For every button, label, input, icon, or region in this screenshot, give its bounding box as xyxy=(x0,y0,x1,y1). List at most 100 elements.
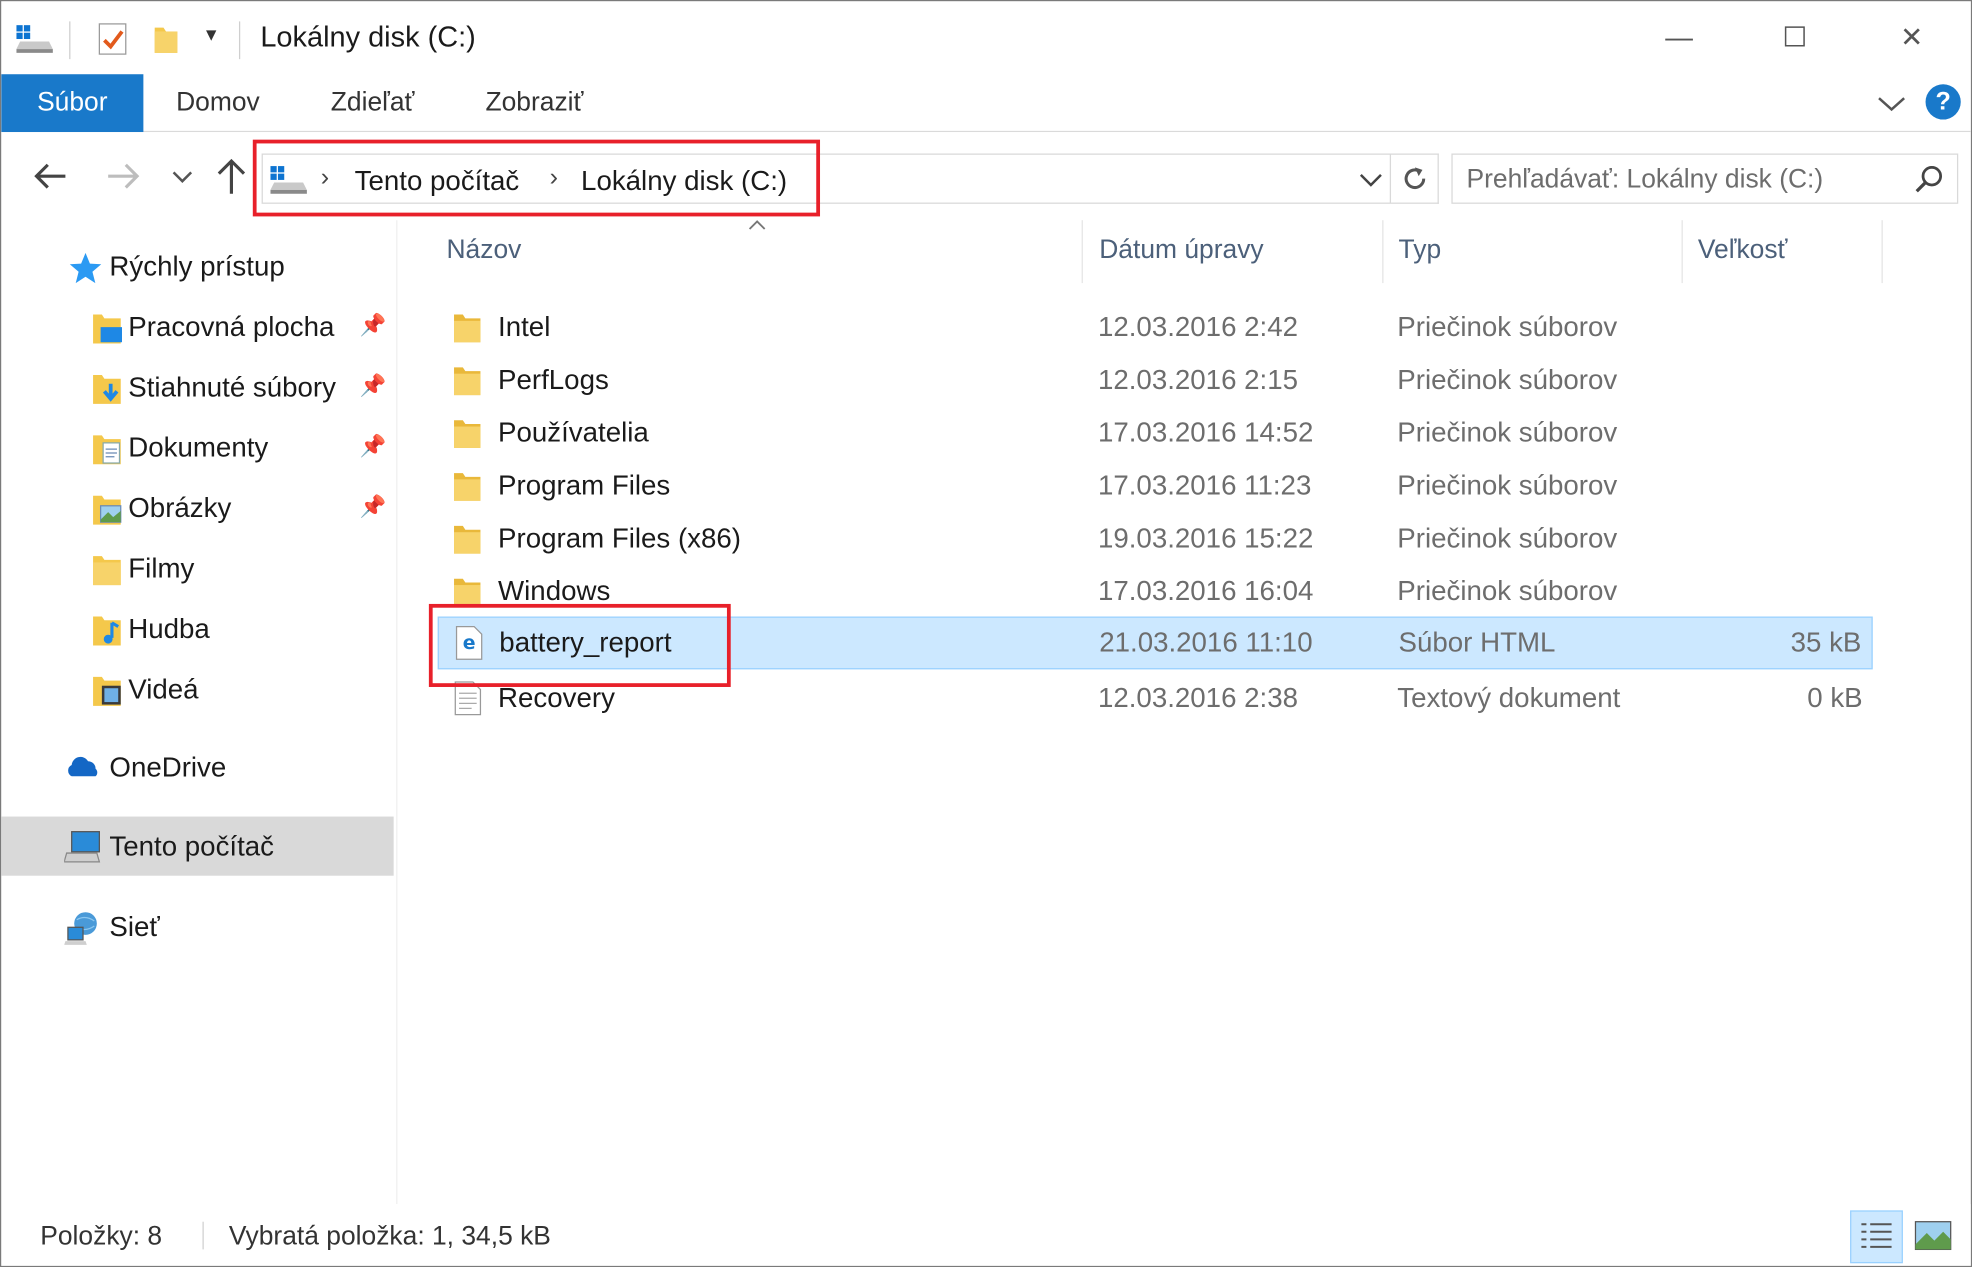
pin-icon[interactable]: 📌 xyxy=(360,313,387,341)
column-header-name[interactable]: Názov xyxy=(446,220,521,283)
sidebar-item-downloads[interactable]: Stiahnuté súbory 📌 xyxy=(1,360,393,415)
sidebar-item-label: Filmy xyxy=(128,552,195,584)
search-icon[interactable] xyxy=(1913,164,1946,197)
drive-icon[interactable] xyxy=(16,24,54,54)
refresh-icon xyxy=(1403,167,1425,189)
customize-toolbar-chevron-icon[interactable]: ▼ xyxy=(202,24,219,44)
sidebar-item-videos[interactable]: Videá xyxy=(1,662,393,717)
new-folder-icon[interactable] xyxy=(152,23,180,56)
sidebar-item-this-pc[interactable]: Tento počítač xyxy=(1,816,394,876)
sidebar-item-movies[interactable]: Filmy xyxy=(1,541,393,596)
sidebar-item-label: Tento počítač xyxy=(109,830,275,862)
tab-view[interactable]: Zobraziť xyxy=(485,74,583,132)
status-bar: Položky: 8 Vybratá položka: 1, 34,5 kB xyxy=(1,1204,1971,1266)
column-header-size[interactable]: Veľkosť xyxy=(1698,220,1788,283)
column-divider[interactable] xyxy=(1681,220,1683,284)
expand-ribbon-chevron-icon[interactable] xyxy=(1875,87,1908,120)
file-explorer-window: ▼ Lokálny disk (C:) — ☐ ✕ Súbor Domov Zd… xyxy=(0,0,1972,1267)
status-divider xyxy=(202,1221,204,1250)
column-header-date[interactable]: Dátum úpravy xyxy=(1099,220,1263,283)
list-item[interactable]: Intel 12.03.2016 2:42 Priečinok súborov xyxy=(438,301,1873,354)
address-dropdown-chevron-icon[interactable] xyxy=(1357,169,1385,192)
list-item[interactable]: PerfLogs 12.03.2016 2:15 Priečinok súbor… xyxy=(438,354,1873,407)
forward-arrow-icon[interactable] xyxy=(104,160,142,193)
title-bar: ▼ Lokálny disk (C:) — ☐ ✕ xyxy=(1,1,1971,75)
sidebar-item-network[interactable]: Sieť xyxy=(1,900,393,955)
details-view-button[interactable] xyxy=(1850,1210,1903,1264)
window-title: Lokálny disk (C:) xyxy=(260,20,476,53)
sidebar-item-documents[interactable]: Dokumenty 📌 xyxy=(1,420,393,475)
file-name: Program Files (x86) xyxy=(498,522,741,554)
sidebar-item-label: Rýchly prístup xyxy=(109,250,285,282)
file-name: Program Files xyxy=(498,469,671,501)
file-type: Priečinok súborov xyxy=(1397,574,1618,607)
pin-icon[interactable]: 📌 xyxy=(360,434,387,462)
pin-icon[interactable]: 📌 xyxy=(360,494,387,522)
file-name: Používatelia xyxy=(498,416,649,448)
file-size: 0 kB xyxy=(1807,681,1863,714)
onedrive-cloud-icon xyxy=(64,754,102,782)
column-divider[interactable] xyxy=(1081,220,1083,284)
sidebar-item-quick-access[interactable]: Rýchly prístup xyxy=(1,239,393,294)
back-arrow-icon[interactable] xyxy=(31,160,69,193)
status-selection: Vybratá položka: 1, 34,5 kB xyxy=(228,1221,551,1251)
file-date: 17.03.2016 14:52 xyxy=(1097,416,1314,448)
folder-icon xyxy=(89,552,124,587)
file-type: Priečinok súborov xyxy=(1397,522,1618,554)
sidebar-item-music[interactable]: Hudba xyxy=(1,601,393,656)
file-name: Windows xyxy=(498,574,611,607)
documents-folder-icon xyxy=(89,432,124,467)
music-folder-icon xyxy=(89,613,124,648)
status-item-count: Položky: 8 xyxy=(40,1221,163,1251)
up-arrow-icon[interactable] xyxy=(215,156,248,196)
title-separator xyxy=(238,21,241,60)
sort-ascending-icon xyxy=(747,215,767,230)
network-icon xyxy=(64,910,102,948)
column-divider[interactable] xyxy=(1881,220,1883,284)
file-name: Intel xyxy=(498,310,551,343)
file-date: 17.03.2016 16:04 xyxy=(1097,574,1314,607)
pictures-folder-icon xyxy=(89,492,124,527)
column-divider[interactable] xyxy=(1382,220,1384,284)
properties-icon[interactable] xyxy=(97,21,130,56)
tab-share[interactable]: Zdieľať xyxy=(331,74,415,132)
folder-icon xyxy=(453,362,483,397)
sidebar-item-label: OneDrive xyxy=(109,751,227,783)
pin-icon[interactable]: 📌 xyxy=(360,374,387,402)
file-date: 17.03.2016 11:23 xyxy=(1097,469,1312,501)
file-name: PerfLogs xyxy=(498,363,609,396)
tab-home[interactable]: Domov xyxy=(176,74,260,132)
search-box[interactable]: Prehľadávať: Lokálny disk (C:) xyxy=(1451,153,1959,204)
list-item[interactable]: Program Files 17.03.2016 11:23 Priečinok… xyxy=(438,459,1873,512)
computer-icon xyxy=(63,828,102,866)
sidebar-item-label: Videá xyxy=(128,673,199,705)
help-button[interactable]: ? xyxy=(1925,84,1961,120)
column-header-type[interactable]: Typ xyxy=(1399,220,1442,283)
navigation-pane: Rýchly prístup Pracovná plocha 📌 Stiahnu… xyxy=(1,220,398,1205)
sidebar-item-label: Obrázky xyxy=(128,491,232,524)
close-button[interactable]: ✕ xyxy=(1874,11,1949,64)
search-placeholder: Prehľadávať: Lokálny disk (C:) xyxy=(1466,164,1824,194)
large-icons-view-button[interactable] xyxy=(1908,1210,1961,1263)
list-item[interactable]: Používatelia 17.03.2016 14:52 Priečinok … xyxy=(438,406,1873,459)
sidebar-item-label: Sieť xyxy=(109,910,160,943)
folder-icon xyxy=(453,521,483,556)
file-date: 19.03.2016 15:22 xyxy=(1097,522,1314,554)
refresh-button[interactable] xyxy=(1391,153,1439,204)
recent-locations-chevron-icon[interactable] xyxy=(170,165,195,188)
sidebar-item-desktop[interactable]: Pracovná plocha 📌 xyxy=(1,299,393,354)
sidebar-item-onedrive[interactable]: OneDrive xyxy=(1,740,393,795)
file-type: Súbor HTML xyxy=(1398,626,1556,659)
sidebar-item-label: Stiahnuté súbory xyxy=(128,371,336,403)
tab-file[interactable]: Súbor xyxy=(1,74,144,133)
sidebar-item-pictures[interactable]: Obrázky 📌 xyxy=(1,481,393,536)
quick-access-separator xyxy=(69,21,71,60)
minimize-button[interactable]: — xyxy=(1641,11,1716,64)
details-view-icon xyxy=(1861,1223,1892,1248)
maximize-button[interactable]: ☐ xyxy=(1757,11,1832,64)
large-icons-view-icon xyxy=(1914,1221,1952,1251)
highlight-box-address xyxy=(252,139,821,217)
list-item[interactable]: Program Files (x86) 19.03.2016 15:22 Pri… xyxy=(438,512,1873,565)
file-type: Priečinok súborov xyxy=(1397,416,1618,448)
folder-icon xyxy=(453,468,483,503)
